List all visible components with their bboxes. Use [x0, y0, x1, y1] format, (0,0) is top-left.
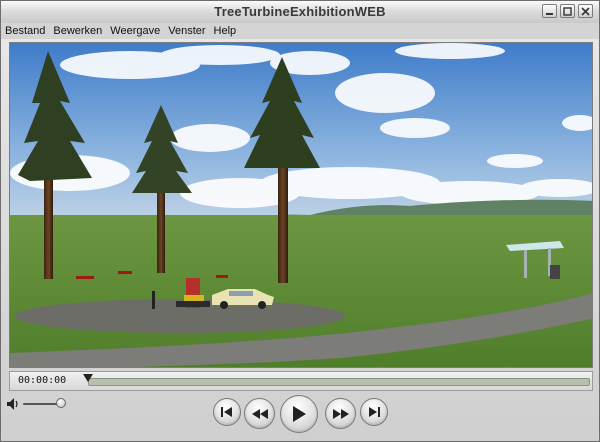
rewind-icon [251, 408, 268, 419]
window-controls [542, 4, 593, 18]
timecode-display: 00:00:00 [18, 375, 67, 386]
volume-knob[interactable] [56, 398, 66, 408]
video-frame-landscape [10, 43, 592, 367]
skip-back-icon [221, 407, 232, 417]
title-bar[interactable]: TreeTurbineExhibitionWEB [1, 1, 599, 24]
minimize-button[interactable] [542, 4, 557, 18]
video-viewport[interactable] [9, 42, 593, 368]
rewind-button[interactable] [244, 398, 275, 429]
maximize-icon [563, 6, 572, 16]
seek-track[interactable] [88, 378, 590, 386]
window-title: TreeTurbineExhibitionWEB [214, 4, 386, 19]
menu-item-bestand[interactable]: Bestand [1, 23, 49, 39]
close-button[interactable] [578, 4, 593, 18]
skip-forward-icon [369, 407, 380, 417]
minimize-icon [546, 12, 553, 15]
menu-item-help[interactable]: Help [210, 23, 241, 39]
transport-controls [1, 393, 599, 441]
menu-bar: Bestand Bewerken Weergave Venster Help [1, 23, 599, 39]
skip-forward-button[interactable] [360, 398, 388, 426]
fast-forward-button[interactable] [325, 398, 356, 429]
speaker-icon[interactable] [6, 397, 20, 411]
maximize-button[interactable] [560, 4, 575, 18]
menu-item-bewerken[interactable]: Bewerken [49, 23, 106, 39]
seek-thumb[interactable] [83, 374, 93, 382]
play-icon [293, 406, 306, 422]
fast-forward-icon [332, 408, 349, 419]
menu-item-weergave[interactable]: Weergave [106, 23, 164, 39]
skip-back-button[interactable] [213, 398, 241, 426]
timeline-bar: 00:00:00 [9, 371, 593, 391]
player-window: TreeTurbineExhibitionWEB Bestand Bewerke… [0, 0, 600, 442]
close-icon [581, 6, 590, 16]
menu-item-venster[interactable]: Venster [164, 23, 209, 39]
play-button[interactable] [280, 395, 318, 433]
